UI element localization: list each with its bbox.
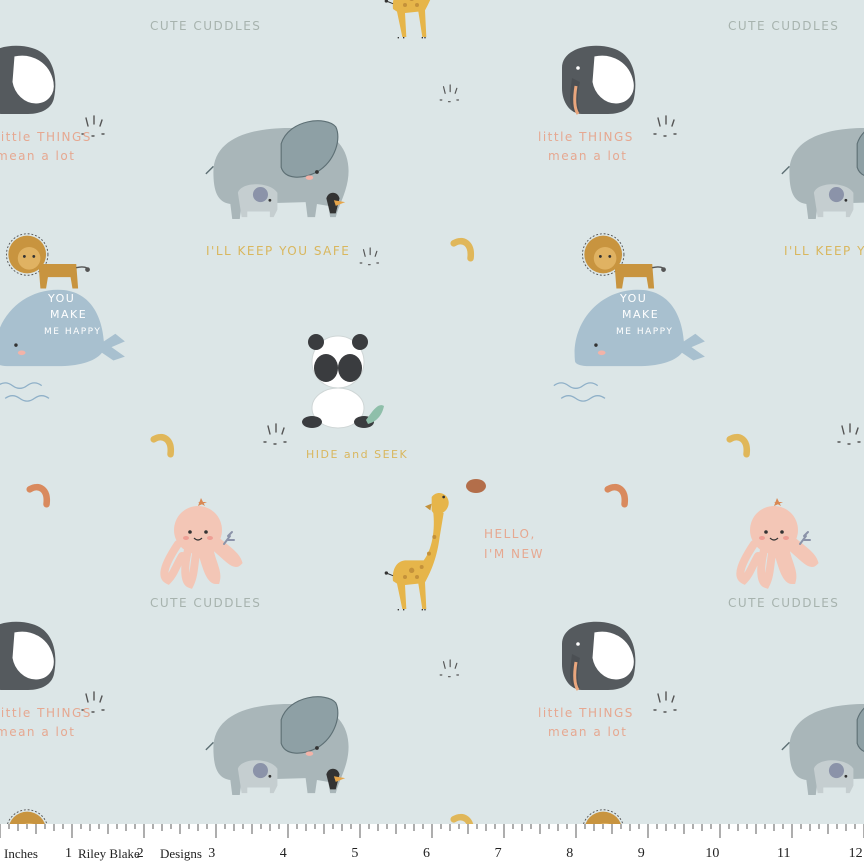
giraffe-center [383, 492, 450, 612]
squiggle-shape [454, 241, 471, 258]
text-little-things: little THINGS [0, 130, 92, 144]
squiggle-shape [30, 487, 47, 504]
text-hello: HELLO, [484, 527, 536, 541]
ruler-unit-label: Inches [4, 846, 38, 861]
grass-marks [263, 423, 287, 445]
elephant-top [205, 119, 350, 220]
giraffe-top [383, 0, 450, 40]
squiggle-shape [730, 437, 747, 454]
text-little-things: little THINGS [538, 706, 634, 720]
ruler-number: 2 [136, 846, 144, 861]
ruler-number: 12 [848, 846, 863, 861]
elephant-bottom [205, 695, 350, 796]
grass-marks [439, 659, 460, 678]
fabric-print: CUTE CUDDLES CUTE CUDDLES little THINGS … [0, 0, 864, 864]
octopus-left [164, 498, 238, 584]
text-whale-make: MAKE [50, 308, 87, 321]
text-cute-cuddles: CUTE CUDDLES [728, 596, 839, 610]
ruler-number: 4 [279, 846, 287, 861]
lion-right [581, 233, 667, 290]
ruler-number: 8 [566, 846, 574, 861]
grass-marks [653, 115, 677, 137]
text-hide-and-seek: HIDE and SEEK [306, 448, 408, 461]
grass-marks [439, 84, 460, 103]
ruler-number: 6 [423, 846, 430, 861]
squiggle-shape [608, 487, 625, 504]
tapir-left-bottom [0, 620, 57, 692]
text-whale-you: YOU [619, 292, 647, 305]
tapir-left [0, 44, 57, 116]
ruler-number: 1 [65, 846, 72, 861]
bird [466, 479, 486, 493]
grass-marks [653, 691, 677, 713]
selvage-ruler: Inches Riley Blake Designs 1 2 3 4 5 6 7 8 9 10 11… [0, 824, 864, 864]
text-whale-you: YOU [47, 292, 75, 305]
waves [553, 382, 606, 402]
waves [0, 382, 50, 402]
lion-left [5, 233, 91, 290]
ruler-number: 10 [705, 846, 720, 861]
ruler-number: 3 [208, 846, 216, 861]
octopus-right [740, 498, 814, 584]
text-mean-a-lot: mean a lot [548, 725, 627, 739]
ruler-number: 11 [777, 846, 791, 861]
text-mean-a-lot: mean a lot [0, 725, 75, 739]
text-little-things: little THINGS [0, 706, 92, 720]
text-cute-cuddles: CUTE CUDDLES [150, 596, 261, 610]
text-whale-me-happy: ME HAPPY [44, 327, 101, 337]
tapir-right-bottom [560, 620, 637, 692]
tapir-right [560, 44, 637, 116]
text-whale-me-happy: ME HAPPY [616, 327, 673, 337]
text-keep-you-safe: I'LL KEEP YOU SAFE [206, 244, 350, 258]
text-keep-you-safe: I'LL KEEP YOU SAFE [784, 244, 864, 258]
text-mean-a-lot: mean a lot [0, 149, 75, 163]
grass-marks [359, 247, 380, 266]
ruler-brand-name: Riley Blake [78, 846, 140, 861]
elephant-top-right [781, 119, 864, 220]
ruler-number: 7 [494, 846, 502, 861]
grass-marks [837, 423, 861, 445]
text-cute-cuddles-top-right: CUTE CUDDLES [728, 19, 839, 33]
text-im-new: I'M NEW [484, 547, 544, 561]
ruler-brand-designs: Designs [160, 846, 202, 861]
elephant-bottom-right [781, 695, 864, 796]
text-little-things: little THINGS [538, 130, 634, 144]
ruler-number: 9 [637, 846, 645, 861]
panda [301, 333, 385, 429]
text-cute-cuddles-top-left: CUTE CUDDLES [150, 19, 261, 33]
ruler-number: 5 [351, 846, 359, 861]
text-mean-a-lot: mean a lot [548, 149, 627, 163]
text-whale-make: MAKE [622, 308, 659, 321]
squiggle-shape [154, 437, 171, 454]
